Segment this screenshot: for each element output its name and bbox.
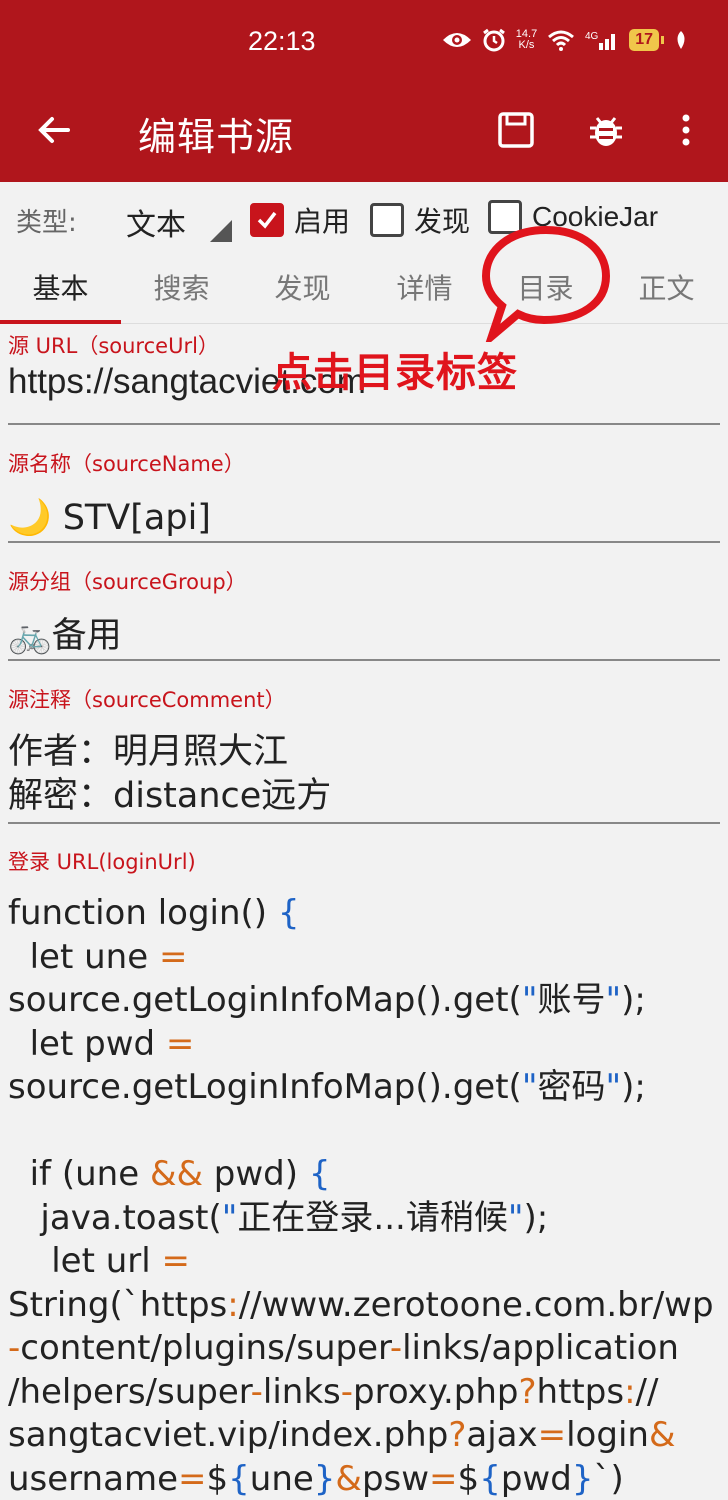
code-line: let url = — [8, 1241, 191, 1281]
annotation-circle — [482, 225, 610, 342]
code-line: let une = — [8, 936, 188, 977]
wifi-icon — [548, 30, 575, 51]
source-group-input[interactable]: 🚲备用 — [8, 614, 720, 658]
page-title: 编辑书源 — [138, 115, 295, 159]
field-label: 源分组（sourceGroup） — [8, 570, 247, 594]
save-icon[interactable] — [494, 108, 538, 152]
net-speed: 14.7 K/s — [515, 28, 538, 51]
svg-text:4G: 4G — [585, 31, 599, 42]
alarm-icon — [482, 28, 505, 52]
field-label: 源注释（sourceComment） — [8, 688, 286, 712]
bug-icon[interactable] — [584, 108, 628, 152]
code-line: java.toast("正在登录...请稍候"); — [8, 1197, 549, 1238]
type-row: 类型: 文本 启用 发现 CookieJar — [0, 182, 728, 254]
leaf-icon — [677, 31, 685, 49]
source-name-input[interactable]: 🌙 STV[api] — [8, 496, 720, 540]
app-toolbar: 编辑书源 — [0, 84, 728, 182]
underline — [8, 659, 720, 661]
login-url-field: 登录 URL(loginUrl) — [8, 846, 720, 886]
tab-bar: 基本 搜索 发现 详情 目录 正文 — [0, 254, 728, 324]
underline — [8, 822, 720, 824]
tab-discover[interactable]: 发现 — [242, 254, 363, 324]
code-line: source.getLoginInfoMap().get("账号"); — [8, 980, 646, 1020]
login-code-editor[interactable]: function login() { let une = source.getLo… — [8, 892, 720, 1500]
code-line: /helpers/super-links-proxy.php?https:// — [8, 1371, 659, 1412]
code-line: source.getLoginInfoMap().get("密码"); — [8, 1067, 646, 1107]
underline — [8, 541, 720, 543]
discover-checkbox[interactable]: 发现 — [370, 200, 470, 240]
field-label: 源名称（sourceName） — [8, 452, 245, 476]
annotation-text: 点击目录标签 — [272, 350, 518, 396]
battery-icon: 17 — [629, 29, 664, 51]
status-bar: 22:13 14.7 K/s 4G 17 — [0, 0, 728, 84]
type-select[interactable]: 文本 — [112, 190, 232, 246]
code-line: String(`https://www.zerotoone.com.br/wp — [8, 1284, 714, 1325]
dropdown-triangle-icon — [210, 220, 232, 242]
underline — [8, 423, 720, 425]
source-comment-field[interactable]: 源注释（sourceComment） 作者：明月照大江 解密：distance远… — [8, 684, 720, 826]
code-line: username=${une}&psw=${pwd}`) — [8, 1458, 624, 1499]
tab-detail[interactable]: 详情 — [364, 254, 485, 324]
tab-content[interactable]: 正文 — [606, 254, 727, 324]
tab-search[interactable]: 搜索 — [121, 254, 242, 324]
enable-checkbox[interactable]: 启用 — [250, 200, 350, 240]
eye-icon — [442, 33, 471, 47]
status-time: 22:13 — [248, 26, 316, 56]
more-vert-icon[interactable] — [664, 108, 708, 152]
source-comment-input[interactable]: 作者：明月照大江 解密：distance远方 — [8, 730, 720, 818]
source-group-field[interactable]: 源分组（sourceGroup） 🚲备用 — [8, 566, 720, 662]
code-line: if (une && pwd) { — [8, 1154, 331, 1194]
code-line: -content/plugins/super-links/application — [8, 1328, 679, 1368]
status-icons: 14.7 K/s 4G 17 — [442, 28, 688, 52]
arrow-left-icon[interactable] — [32, 108, 76, 152]
checkbox-unchecked-icon — [370, 203, 404, 237]
tab-indicator — [0, 320, 121, 324]
code-line: let pwd = — [8, 1023, 195, 1064]
checkbox-checked-icon — [250, 203, 284, 237]
code-line: function login() { — [8, 893, 300, 933]
type-selected-value: 文本 — [126, 208, 186, 243]
code-line: sangtacviet.vip/index.php?ajax=login& — [8, 1415, 676, 1455]
type-label: 类型: — [16, 208, 77, 238]
source-name-field[interactable]: 源名称（sourceName） 🌙 STV[api] — [8, 448, 720, 544]
cell-signal-icon: 4G — [585, 31, 616, 50]
tab-basic[interactable]: 基本 — [0, 254, 121, 324]
field-label: 登录 URL(loginUrl) — [8, 850, 196, 874]
